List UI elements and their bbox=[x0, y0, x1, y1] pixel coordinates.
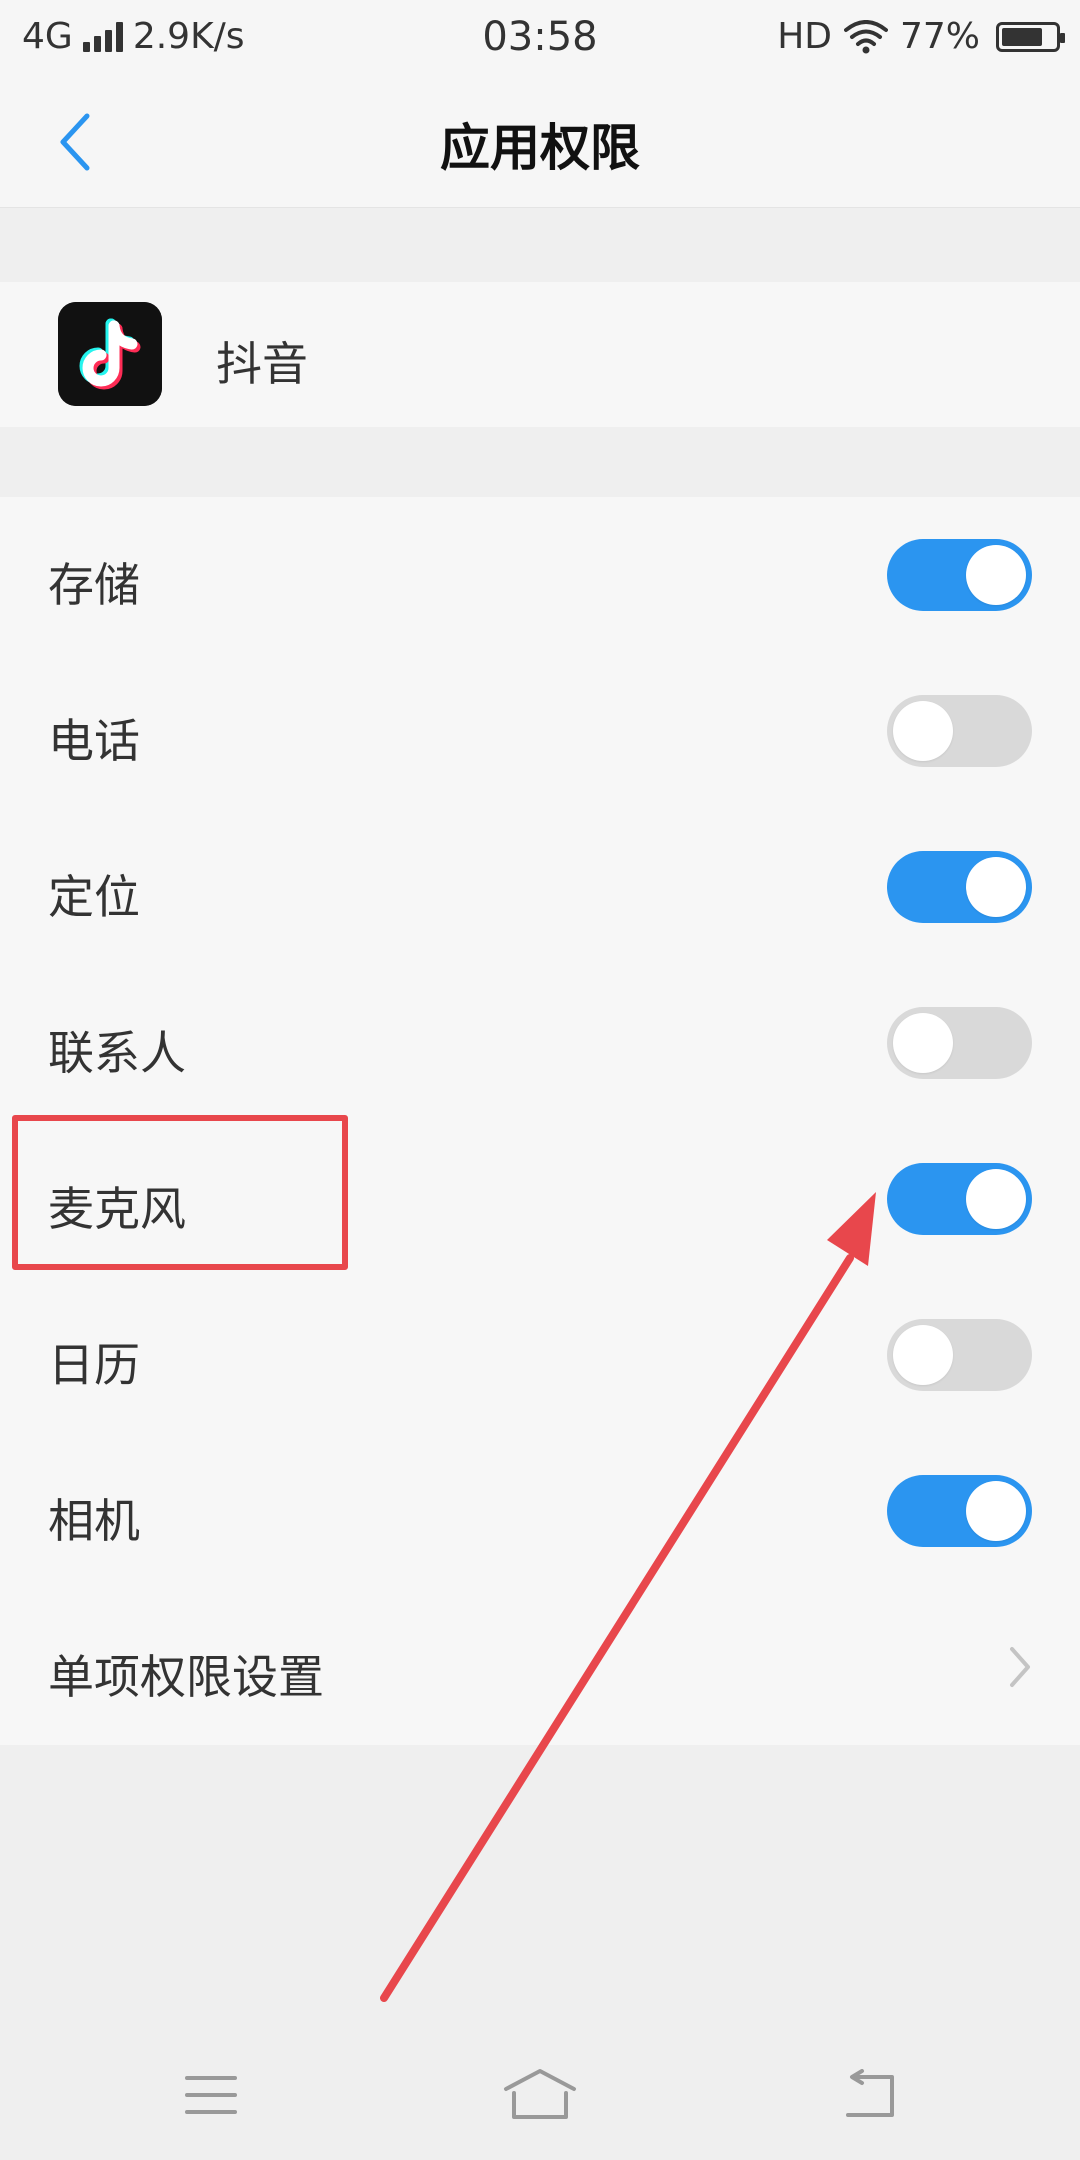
permission-row-phone: 电话 bbox=[0, 653, 1080, 809]
app-info-row: 抖音 bbox=[0, 282, 1080, 427]
toggle-knob bbox=[893, 701, 953, 761]
permission-label: 相机 bbox=[48, 1494, 140, 1548]
home-icon bbox=[504, 2069, 576, 2119]
nav-back-button[interactable] bbox=[825, 2060, 915, 2130]
page-title: 应用权限 bbox=[440, 119, 640, 177]
permission-label: 存储 bbox=[48, 558, 140, 612]
single-permission-label: 单项权限设置 bbox=[48, 1650, 324, 1704]
microphone-toggle[interactable] bbox=[887, 1163, 1032, 1235]
location-toggle[interactable] bbox=[887, 851, 1032, 923]
menu-button[interactable] bbox=[166, 2060, 256, 2130]
battery-percent: 77% bbox=[899, 16, 980, 57]
permission-label: 电话 bbox=[48, 714, 140, 768]
status-right: HD 77% bbox=[777, 16, 1065, 57]
permission-row-calendar: 日历 bbox=[0, 1277, 1080, 1433]
hd-indicator: HD bbox=[777, 16, 832, 57]
status-bar: 4G 2.9K/s 03:58 HD 77% bbox=[0, 0, 1080, 72]
navigation-bar bbox=[0, 2020, 1080, 2160]
screen: 4G 2.9K/s 03:58 HD 77% 应用权限 抖音 存储 电话 定位 … bbox=[0, 0, 1080, 2160]
permission-label: 日历 bbox=[48, 1338, 140, 1392]
permission-row-storage: 存储 bbox=[0, 497, 1080, 653]
menu-icon bbox=[185, 2076, 237, 2114]
toggle-knob bbox=[966, 1481, 1026, 1541]
toggle-knob bbox=[893, 1013, 953, 1073]
single-permission-settings-row[interactable]: 单项权限设置 bbox=[0, 1589, 1080, 1745]
toggle-knob bbox=[966, 857, 1026, 917]
toggle-knob bbox=[966, 1169, 1026, 1229]
wifi-icon bbox=[843, 19, 888, 53]
permission-label: 定位 bbox=[48, 870, 140, 924]
back-icon bbox=[846, 2069, 894, 2117]
phone-toggle[interactable] bbox=[887, 695, 1032, 767]
home-button[interactable] bbox=[495, 2060, 585, 2130]
app-header: 应用权限 bbox=[0, 72, 1080, 208]
permission-row-camera: 相机 bbox=[0, 1433, 1080, 1589]
toggle-knob bbox=[893, 1325, 953, 1385]
tiktok-app-icon bbox=[58, 302, 162, 406]
battery-fill bbox=[1002, 27, 1043, 46]
contacts-toggle[interactable] bbox=[887, 1007, 1032, 1079]
permission-row-microphone: 麦克风 bbox=[0, 1121, 1080, 1277]
permission-label: 联系人 bbox=[48, 1026, 186, 1080]
permission-row-contacts: 联系人 bbox=[0, 965, 1080, 1121]
permission-list: 存储 电话 定位 联系人 麦克风 日历 相机 单项权限设置 bbox=[0, 497, 1080, 1745]
permission-row-location: 定位 bbox=[0, 809, 1080, 965]
calendar-toggle[interactable] bbox=[887, 1319, 1032, 1391]
toggle-knob bbox=[966, 545, 1026, 605]
battery-icon bbox=[996, 21, 1065, 52]
app-name: 抖音 bbox=[216, 337, 308, 391]
camera-toggle[interactable] bbox=[887, 1475, 1032, 1547]
permission-label: 麦克风 bbox=[48, 1182, 186, 1236]
chevron-right-icon bbox=[1010, 1647, 1030, 1687]
storage-toggle[interactable] bbox=[887, 539, 1032, 611]
